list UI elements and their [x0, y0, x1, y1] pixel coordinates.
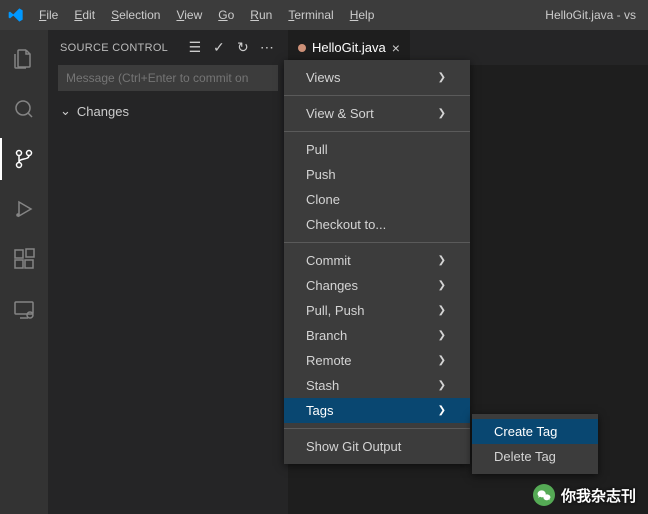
- menu-run[interactable]: Run: [243, 4, 279, 26]
- menu-item-changes[interactable]: Changes❯: [284, 273, 470, 298]
- menu-item-push[interactable]: Push: [284, 162, 470, 187]
- menu-terminal[interactable]: Terminal: [281, 4, 340, 26]
- commit-message-input[interactable]: [58, 65, 278, 91]
- menu-item-tags[interactable]: Tags❯: [284, 398, 470, 423]
- menu-item-branch[interactable]: Branch❯: [284, 323, 470, 348]
- menu-edit[interactable]: Edit: [67, 4, 102, 26]
- menu-file[interactable]: File: [32, 4, 65, 26]
- menu-item-commit[interactable]: Commit❯: [284, 248, 470, 273]
- sidebar-title: SOURCE CONTROL: [60, 42, 168, 54]
- remote-icon[interactable]: [0, 288, 48, 330]
- menu-item-remote[interactable]: Remote❯: [284, 348, 470, 373]
- sidebar-header: SOURCE CONTROL ☰ ✓ ↻ ⋯: [48, 30, 288, 65]
- source-control-icon[interactable]: [0, 138, 48, 180]
- menubar: File Edit Selection View Go Run Terminal…: [32, 4, 381, 26]
- sidebar: SOURCE CONTROL ☰ ✓ ↻ ⋯ ⌄ Changes: [48, 30, 288, 514]
- activity-bar: [0, 30, 48, 514]
- watermark: 你我杂志刊: [533, 484, 636, 506]
- vscode-logo-icon: [8, 7, 24, 23]
- menu-item-show-git-output[interactable]: Show Git Output: [284, 434, 470, 459]
- menu-item-views[interactable]: Views❯: [284, 65, 470, 90]
- extensions-icon[interactable]: [0, 238, 48, 280]
- search-icon[interactable]: [0, 88, 48, 130]
- submenu-item-delete-tag[interactable]: Delete Tag: [472, 444, 598, 469]
- more-actions-icon[interactable]: ⋯: [258, 39, 276, 57]
- menu-selection[interactable]: Selection: [104, 4, 167, 26]
- tab-label: HelloGit.java: [312, 40, 386, 55]
- menu-item-stash[interactable]: Stash❯: [284, 373, 470, 398]
- commit-check-icon[interactable]: ✓: [210, 39, 228, 57]
- refresh-icon[interactable]: ↻: [234, 39, 252, 57]
- wechat-icon: [533, 484, 555, 506]
- menu-item-clone[interactable]: Clone: [284, 187, 470, 212]
- modified-dot-icon: [298, 44, 306, 52]
- tags-submenu: Create TagDelete Tag: [472, 414, 598, 474]
- run-debug-icon[interactable]: [0, 188, 48, 230]
- menu-item-view-sort[interactable]: View & Sort❯: [284, 101, 470, 126]
- watermark-text: 你我杂志刊: [561, 485, 636, 506]
- view-tree-icon[interactable]: ☰: [186, 39, 204, 57]
- window-title: HelloGit.java - vs: [545, 8, 640, 22]
- chevron-down-icon: ⌄: [60, 103, 71, 119]
- menu-view[interactable]: View: [169, 4, 209, 26]
- menu-item-checkout-to-[interactable]: Checkout to...: [284, 212, 470, 237]
- scm-context-menu: Views❯ View & Sort❯ PullPushCloneCheckout …: [284, 60, 470, 464]
- menu-item-pull-push[interactable]: Pull, Push❯: [284, 298, 470, 323]
- changes-label: Changes: [77, 104, 129, 119]
- menu-go[interactable]: Go: [211, 4, 241, 26]
- submenu-item-create-tag[interactable]: Create Tag: [472, 419, 598, 444]
- menu-item-pull[interactable]: Pull: [284, 137, 470, 162]
- changes-section[interactable]: ⌄ Changes: [48, 99, 288, 123]
- close-icon[interactable]: ×: [392, 40, 400, 56]
- explorer-icon[interactable]: [0, 38, 48, 80]
- titlebar: File Edit Selection View Go Run Terminal…: [0, 0, 648, 30]
- menu-help[interactable]: Help: [343, 4, 382, 26]
